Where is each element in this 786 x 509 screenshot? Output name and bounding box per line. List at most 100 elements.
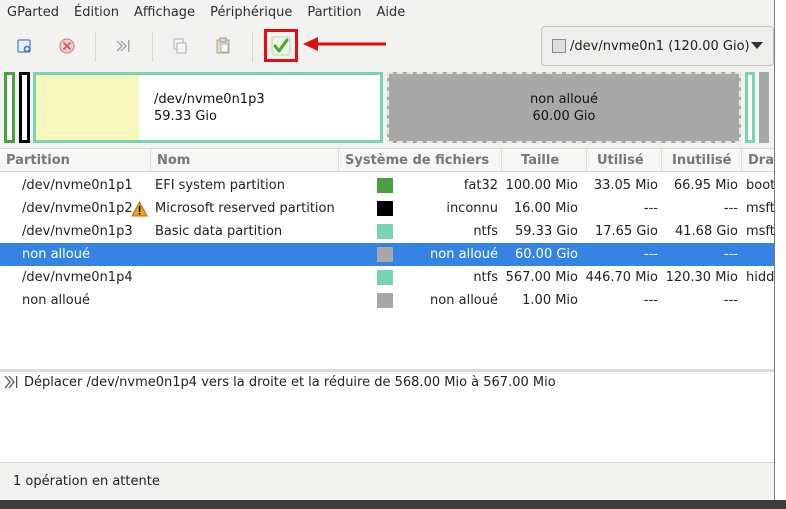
cell-name [155,243,339,266]
partition-table-header: Partition Nom Système de fichiers Taille… [0,148,774,172]
map-segment-unallocated[interactable]: non alloué 60.00 Gio [387,72,741,143]
column-header-filesystem[interactable]: Système de fichiers [339,149,502,172]
cell-partition: /dev/nvme0n1p3 [22,224,133,239]
device-selector-value: /dev/nvme0n1 (120.00 Gio) [570,38,750,54]
map-segment-unallocated-name: non alloué [530,92,598,107]
cell-unused: --- [723,293,738,308]
operation-text: Déplacer /dev/nvme0n1p4 vers la droite e… [24,374,556,390]
cell-size: 567.00 Mio [505,270,578,285]
table-row[interactable]: non alloué non alloué 1.00 Mio --- --- [0,289,774,312]
menu-partition[interactable]: Partition [300,0,369,26]
map-segment-p3-name: /dev/nvme0n1p3 [154,92,265,107]
menu-affichage[interactable]: Affichage [127,0,203,26]
table-row-selected[interactable]: non alloué non alloué 60.00 Gio --- --- [0,243,774,266]
column-header-name[interactable]: Nom [151,149,339,172]
cell-unused: --- [723,201,738,216]
cell-unused: --- [723,247,738,262]
chevron-down-icon [751,42,763,49]
partition-map: /dev/nvme0n1p3 59.33 Gio non alloué 60.0… [0,66,774,148]
cell-used: 446.70 Mio [585,270,658,285]
new-partition-button[interactable] [11,33,37,59]
map-segment-p3-size: 59.33 Gio [154,109,217,124]
delete-partition-button[interactable] [54,33,80,59]
cell-name [155,266,339,289]
table-row[interactable]: /dev/nvme0n1p2 Microsoft reserved partit… [0,197,774,220]
disk-icon [552,39,566,53]
cell-filesystem: inconnu [446,201,498,216]
map-segment-unallocated-end[interactable] [759,72,769,143]
apply-highlight-box [264,29,298,62]
paste-icon [216,37,230,54]
cell-partition: non alloué [22,293,90,308]
table-row[interactable]: /dev/nvme0n1p1 EFI system partition fat3… [0,174,774,197]
map-segment-p3[interactable]: /dev/nvme0n1p3 59.33 Gio [33,72,383,143]
column-header-flags[interactable]: Drapeaux [742,149,774,172]
cell-filesystem: ntfs [473,270,498,285]
cell-used: 33.05 Mio [593,178,658,193]
operation-item[interactable]: Déplacer /dev/nvme0n1p4 vers la droite e… [0,372,556,392]
column-header-size[interactable]: Taille [502,149,587,172]
filesystem-color-swatch [377,247,393,262]
status-bar: 1 opération en attente [0,462,774,500]
new-partition-icon [17,39,31,53]
copy-icon [173,38,187,54]
cell-filesystem: non alloué [430,247,498,262]
cell-unused: 66.95 Mio [673,178,738,193]
pending-operations-pane: Déplacer /dev/nvme0n1p4 vers la droite e… [0,372,774,462]
cell-used: --- [643,293,658,308]
cell-partition: /dev/nvme0n1p1 [22,178,133,193]
filesystem-color-swatch [377,270,393,285]
menu-edition[interactable]: Édition [67,0,127,26]
column-header-partition[interactable]: Partition [0,149,151,172]
filesystem-color-swatch [377,224,393,239]
cell-flags: hidden, diag [746,270,774,285]
cell-name [155,289,339,312]
annotation-arrow-icon [303,37,386,51]
cell-size: 60.00 Gio [515,247,578,262]
cell-name: EFI system partition [155,178,285,193]
window-edge [774,0,786,509]
cell-size: 16.00 Mio [513,201,578,216]
toolbar-separator [252,32,253,62]
desktop-edge [0,500,786,509]
cell-flags: boot, esp [746,178,774,193]
menu-peripherique[interactable]: Périphérique [203,0,300,26]
cell-partition: non alloué [22,247,90,262]
cell-flags [746,289,774,312]
menubar: GParted Édition Affichage Périphérique P… [0,0,774,26]
table-row[interactable]: /dev/nvme0n1p3 Basic data partition ntfs… [0,220,774,243]
resize-move-icon [2,372,22,392]
status-text: 1 opération en attente [13,474,160,489]
map-segment-p2[interactable] [19,72,30,143]
map-segment-p1[interactable] [4,72,15,143]
table-row[interactable]: /dev/nvme0n1p4 ntfs 567.00 Mio 446.70 Mi… [0,266,774,289]
copy-button[interactable] [167,33,193,59]
cell-filesystem: non alloué [430,293,498,308]
cell-used: --- [643,201,658,216]
cell-size: 59.33 Gio [515,224,578,239]
device-selector[interactable]: /dev/nvme0n1 (120.00 Gio) [541,26,774,66]
toolbar-separator [152,32,153,62]
filesystem-color-swatch [377,178,393,193]
cell-unused: 41.68 Gio [675,224,738,239]
delete-partition-icon [59,38,75,54]
toolbar-separator [95,32,96,62]
cell-flags: msftdata [746,224,774,239]
cell-used: --- [643,247,658,262]
resize-move-button[interactable] [110,33,136,59]
column-header-unused[interactable]: Inutilisé [662,149,742,172]
cell-filesystem: ntfs [473,224,498,239]
cell-name: Microsoft reserved partition [155,201,335,216]
cell-filesystem: fat32 [463,178,498,193]
resize-move-icon [116,40,130,52]
map-segment-p4[interactable] [745,72,755,143]
cell-size: 100.00 Mio [505,178,578,193]
menu-aide[interactable]: Aide [370,0,414,26]
filesystem-color-swatch [377,293,393,308]
column-header-used[interactable]: Utilisé [587,149,662,172]
paste-button[interactable] [210,33,236,59]
cell-flags [746,243,774,266]
menu-gparted[interactable]: GParted [0,0,67,26]
cell-size: 1.00 Mio [522,293,578,308]
cell-name: Basic data partition [155,224,283,239]
